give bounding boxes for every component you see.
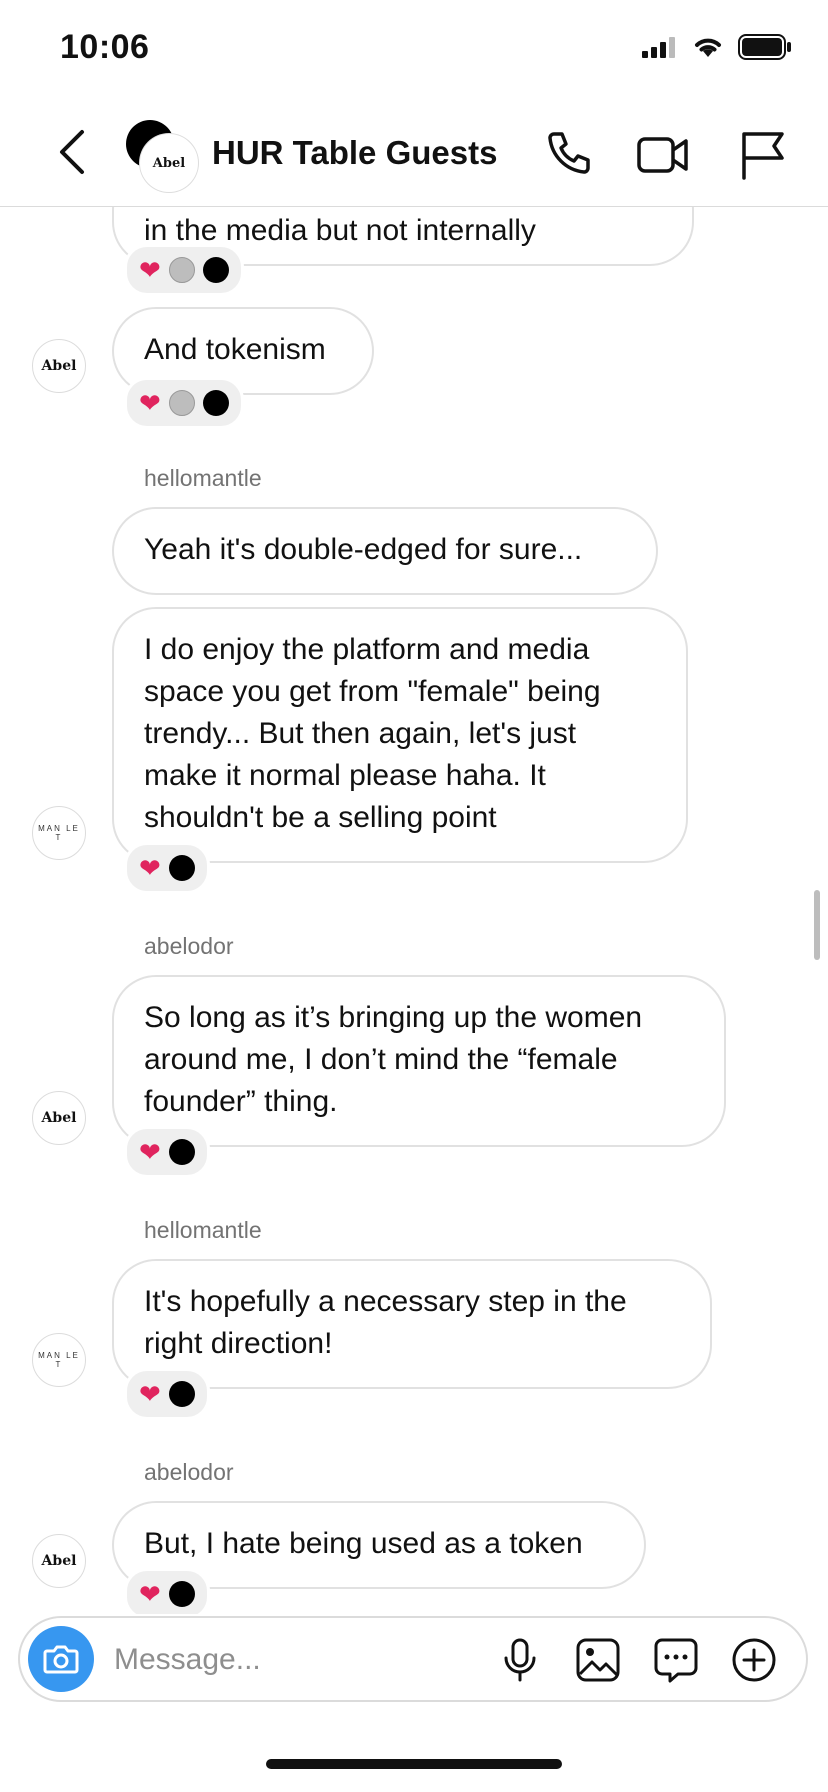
sender-name: abelodor (144, 1459, 234, 1485)
reactions[interactable]: ❤ (124, 1368, 210, 1420)
avatar-abel[interactable]: Abel (32, 1091, 86, 1145)
chat-title[interactable]: HUR Table Guests (212, 134, 497, 172)
sender-name: hellomantle (144, 465, 262, 491)
avatar-abel[interactable]: Abel (32, 1534, 86, 1588)
message-bubble[interactable]: So long as it’s bringing up the women ar… (112, 975, 726, 1147)
scrollbar[interactable] (814, 890, 820, 960)
reactor-avatar (168, 1139, 195, 1165)
reactor-avatar (168, 1581, 195, 1607)
status-icons (642, 34, 792, 60)
camera-button[interactable] (28, 1626, 94, 1692)
reactor-avatar (168, 1381, 195, 1407)
camera-icon (43, 1645, 79, 1674)
avatar-abel[interactable]: Abel (32, 339, 86, 393)
chat-header: Abel HUR Table Guests (0, 92, 828, 207)
signal-icon (642, 37, 675, 58)
add-icon[interactable] (730, 1636, 778, 1684)
reactor-avatar (202, 390, 229, 416)
avatar-mantle-top: MAN LE (38, 1351, 80, 1360)
flag-icon[interactable] (736, 128, 790, 182)
heart-reaction-icon: ❤ (139, 255, 161, 285)
home-indicator[interactable] (266, 1759, 562, 1769)
reactions[interactable]: ❤ (124, 842, 210, 894)
status-time: 10:06 (60, 28, 150, 66)
reactions[interactable]: ❤ (124, 1126, 210, 1178)
avatar-mantle-bottom: T (55, 833, 63, 842)
phone-icon[interactable] (540, 128, 594, 182)
sender-name: hellomantle (144, 1217, 262, 1243)
battery-icon (738, 34, 791, 60)
avatar-mantle-top: MAN LE (38, 824, 80, 833)
avatar-mantle[interactable]: MAN LE T (32, 1333, 86, 1387)
reactor-avatar (168, 855, 195, 881)
reactor-avatar (168, 390, 195, 416)
group-avatar-front: Abel (140, 134, 198, 192)
reactions[interactable]: ❤ (124, 1568, 210, 1614)
sticker-chat-icon[interactable] (652, 1636, 700, 1684)
microphone-icon[interactable] (496, 1636, 544, 1684)
message-bubble[interactable]: I do enjoy the platform and media space … (112, 607, 688, 863)
reactions[interactable]: ❤ (124, 377, 244, 429)
heart-reaction-icon: ❤ (139, 853, 161, 883)
message-thread[interactable]: in the media but not internally ❤ And to… (0, 206, 828, 1614)
gallery-icon[interactable] (574, 1636, 622, 1684)
group-avatar[interactable]: Abel (126, 120, 198, 192)
message-bubble[interactable]: Yeah it's double-edged for sure... (112, 507, 658, 595)
heart-reaction-icon: ❤ (139, 388, 161, 418)
video-call-icon[interactable] (636, 128, 690, 182)
avatar-mantle-bottom: T (55, 1360, 63, 1369)
wifi-icon (695, 38, 721, 57)
reactor-avatar (202, 257, 229, 283)
message-input[interactable] (112, 1636, 496, 1684)
heart-reaction-icon: ❤ (139, 1137, 161, 1167)
heart-reaction-icon: ❤ (139, 1379, 161, 1409)
reactions[interactable]: ❤ (124, 244, 244, 296)
sender-name: abelodor (144, 933, 234, 959)
message-composer (18, 1616, 808, 1702)
back-arrow-icon[interactable] (54, 128, 90, 176)
reactor-avatar (168, 257, 195, 283)
heart-reaction-icon: ❤ (139, 1579, 161, 1609)
message-bubble[interactable]: It's hopefully a necessary step in the r… (112, 1259, 712, 1389)
avatar-mantle[interactable]: MAN LE T (32, 806, 86, 860)
